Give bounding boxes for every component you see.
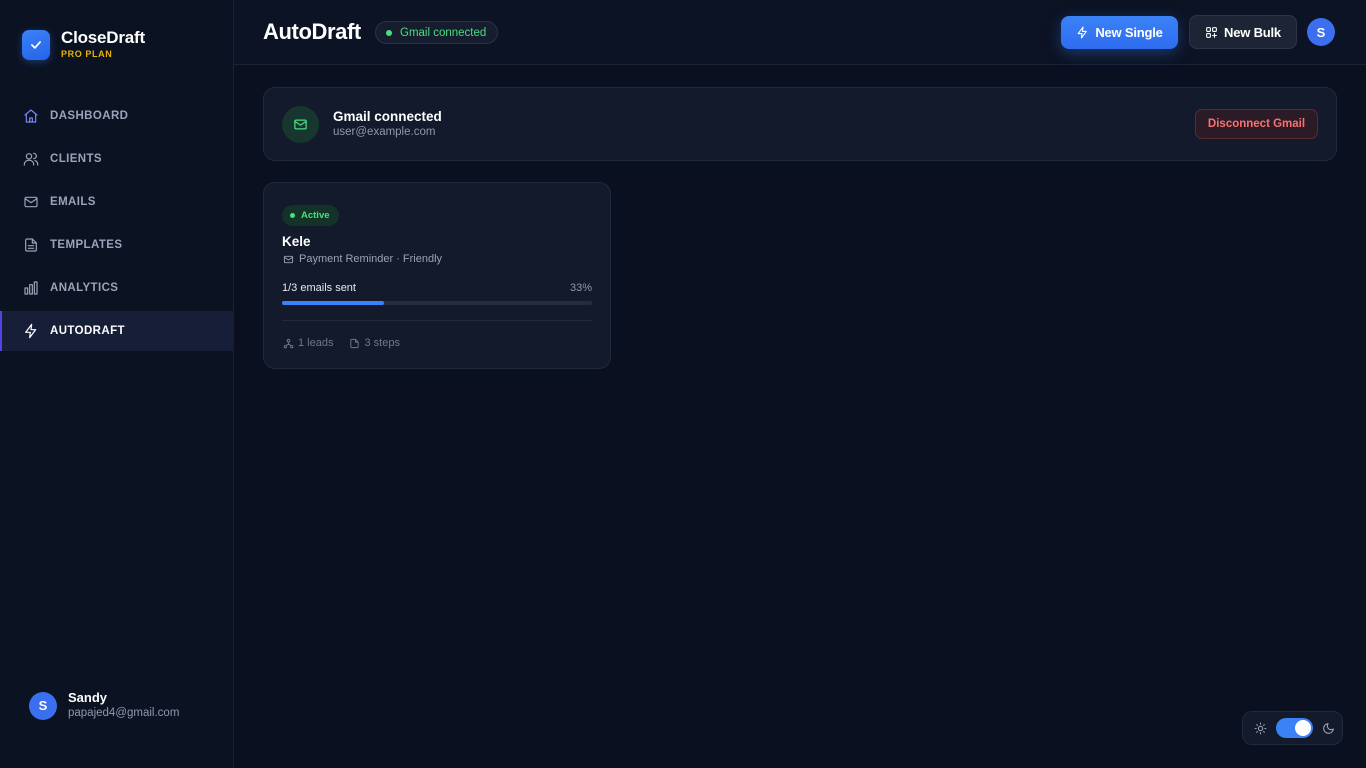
status-badge: Active [282,205,339,226]
brand[interactable]: CloseDraft PRO PLAN [22,29,145,60]
sidebar-item-clients[interactable]: CLIENTS [0,139,234,179]
card-divider [282,320,592,321]
sidebar-item-templates[interactable]: TEMPLATES [0,225,234,265]
disconnect-gmail-button[interactable]: Disconnect Gmail [1195,109,1318,139]
sun-icon[interactable] [1254,722,1267,735]
sidebar-nav: DASHBOARD CLIENTS EMAILS TEMPLATES ANALY… [0,96,234,354]
sidebar-item-analytics[interactable]: ANALYTICS [0,268,234,308]
leads-stat: 1 leads [283,337,333,349]
sidebar-item-label: ANALYTICS [50,282,119,294]
gmail-card-email: user@example.com [333,126,436,138]
mail-icon [24,196,38,208]
draft-meta-text: Payment Reminder · Friendly [299,253,443,265]
steps-count: 3 steps [364,337,400,349]
new-bulk-button[interactable]: New Bulk [1189,15,1297,49]
progress-bar [282,301,592,305]
theme-toggle [1242,711,1343,745]
lightning-icon [25,323,37,339]
status-dot-icon [290,213,295,218]
user-name: Sandy [68,690,108,705]
autodraft-card[interactable]: Active Kele Payment Reminder · Friendly … [263,182,611,369]
sidebar-item-emails[interactable]: EMAILS [0,182,234,222]
user-email: papajed4@gmail.com [68,707,180,719]
header-avatar[interactable]: S [1307,18,1335,46]
draft-meta: Payment Reminder · Friendly [283,253,442,265]
users-icon [23,152,39,166]
new-single-button[interactable]: New Single [1061,16,1178,49]
theme-switch-knob [1295,720,1311,736]
theme-switch[interactable] [1276,718,1313,738]
status-dot-icon [386,29,392,36]
network-icon [283,338,294,348]
gmail-status-text: Gmail connected [400,26,487,39]
moon-icon[interactable] [1322,722,1335,735]
sidebar: CloseDraft PRO PLAN DASHBOARD CLIENTS EM… [0,0,234,768]
file-icon [350,338,360,348]
steps-stat: 3 steps [349,337,400,349]
sidebar-item-label: AUTODRAFT [50,325,125,337]
new-single-label: New Single [1095,25,1163,40]
status-badge-text: Active [301,210,330,221]
progress-percent: 33% [569,282,592,294]
progress-label: 1/3 emails sent [282,282,356,294]
sidebar-item-label: CLIENTS [50,153,102,165]
leads-count: 1 leads [298,337,334,349]
file-text-icon [25,238,37,252]
draft-stats: 1 leads 3 steps [283,337,416,349]
home-icon [24,109,38,123]
avatar: S [29,691,57,720]
mail-icon [282,106,319,143]
mail-icon [283,255,294,263]
sidebar-item-autodraft[interactable]: AUTODRAFT [0,311,234,351]
gmail-status-pill: Gmail connected [375,21,499,44]
new-bulk-label: New Bulk [1224,24,1281,40]
check-logo-icon [22,29,50,60]
sidebar-item-label: DASHBOARD [50,110,129,122]
lightning-icon [1077,26,1088,39]
sidebar-item-label: TEMPLATES [50,239,123,251]
gmail-connection-card: Gmail connected user@example.com Disconn… [263,87,1337,161]
grid-icon [1206,26,1217,38]
progress-bar-fill [282,301,385,305]
bar-chart-icon [24,281,38,295]
sidebar-item-label: EMAILS [50,196,96,208]
page-title: AutoDraft [263,19,361,44]
draft-name: Kele [282,234,311,249]
brand-name: CloseDraft [61,28,145,47]
plan-badge: PRO PLAN [61,49,113,59]
topbar: AutoDraft Gmail connected New Single New… [234,0,1366,65]
gmail-card-title: Gmail connected [333,109,442,124]
sidebar-user[interactable]: S Sandy papajed4@gmail.com [29,690,179,721]
sidebar-item-dashboard[interactable]: DASHBOARD [0,96,234,136]
